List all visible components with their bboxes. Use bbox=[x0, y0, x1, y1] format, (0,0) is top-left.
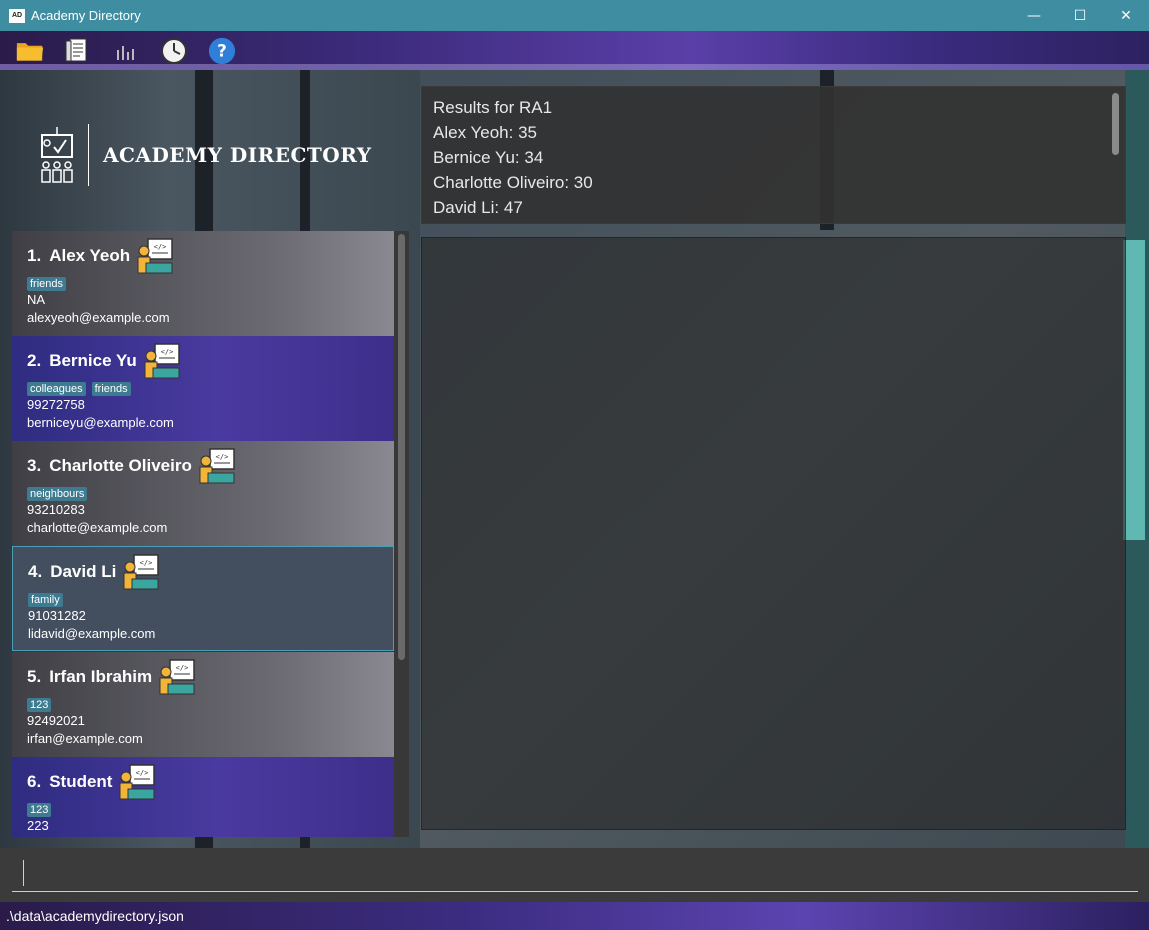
result-line: David Li: 47 bbox=[433, 198, 523, 217]
app-logo: ACADEMY DIRECTORY bbox=[40, 124, 372, 186]
result-line: Results for RA1 bbox=[433, 98, 553, 117]
person-phone: 91031282 bbox=[28, 608, 86, 623]
person-tag: friends bbox=[91, 382, 131, 396]
app-name: ACADEMY DIRECTORY bbox=[103, 143, 372, 167]
background-window bbox=[1123, 240, 1145, 540]
person-card[interactable]: 3. Charlotte Oliveiro </> neighbours 932… bbox=[12, 441, 394, 546]
person-list-scrollbar[interactable] bbox=[398, 234, 405, 660]
folder-icon[interactable] bbox=[16, 37, 44, 65]
result-line: Charlotte Oliveiro: 30 bbox=[433, 173, 593, 192]
person-index: 4. bbox=[28, 562, 43, 581]
person-index: 2. bbox=[27, 351, 42, 370]
title-bar: AD Academy Directory — ☐ ✕ bbox=[0, 0, 1149, 31]
student-coding-icon: </> bbox=[159, 659, 195, 695]
person-tag: neighbours bbox=[27, 487, 88, 501]
result-display[interactable]: Results for RA1 Alex Yeoh: 35 Bernice Yu… bbox=[421, 86, 1126, 224]
person-index: 1. bbox=[27, 246, 42, 265]
save-file-path: .\data\academydirectory.json bbox=[6, 908, 184, 924]
svg-text:</>: </> bbox=[176, 664, 189, 672]
person-name: David Li bbox=[50, 562, 117, 581]
student-coding-icon: </> bbox=[119, 764, 156, 800]
bar-chart-icon[interactable] bbox=[112, 37, 140, 65]
person-email: irfan@example.com bbox=[27, 731, 143, 746]
close-button[interactable]: ✕ bbox=[1103, 0, 1149, 31]
student-coding-icon: </> bbox=[199, 448, 235, 484]
person-email: charlotte@example.com bbox=[27, 520, 168, 535]
person-card[interactable]: 5. Irfan Ibrahim </> 123 92492021 irfan@… bbox=[12, 652, 394, 757]
person-phone: NA bbox=[27, 292, 46, 307]
toolbar: ? bbox=[0, 31, 1149, 70]
command-input[interactable] bbox=[12, 856, 1138, 892]
text-caret bbox=[23, 860, 24, 886]
person-tag: 123 bbox=[27, 698, 52, 712]
logo-divider bbox=[88, 124, 89, 186]
person-phone: 223 bbox=[27, 818, 49, 833]
person-card-selected[interactable]: 4. David Li </> family 91031282 lidavid@… bbox=[12, 546, 394, 651]
student-coding-icon: </> bbox=[137, 238, 173, 274]
svg-text:?: ? bbox=[217, 40, 227, 60]
person-card[interactable]: 6. Student </> 123 223 bbox=[12, 757, 394, 837]
svg-text:</>: </> bbox=[140, 559, 153, 567]
clock-icon[interactable] bbox=[160, 37, 188, 65]
document-icon[interactable] bbox=[64, 37, 92, 65]
person-email: alexyeoh@example.com bbox=[27, 310, 170, 325]
person-index: 3. bbox=[27, 456, 42, 475]
person-tag: friends bbox=[27, 277, 67, 291]
classroom-icon bbox=[41, 127, 73, 183]
person-card[interactable]: 1. Alex Yeoh </> friends NA alexyeoh@exa… bbox=[12, 231, 394, 336]
student-coding-icon: </> bbox=[123, 554, 160, 590]
person-tag: family bbox=[28, 593, 63, 607]
student-coding-icon: </> bbox=[144, 343, 180, 379]
person-email: lidavid@example.com bbox=[28, 626, 156, 641]
app-icon: AD bbox=[9, 8, 25, 23]
person-name: Irfan Ibrahim bbox=[49, 667, 153, 686]
window-title: Academy Directory bbox=[31, 8, 141, 23]
detail-panel bbox=[421, 237, 1126, 830]
person-tag: 123 bbox=[27, 803, 52, 817]
help-icon[interactable]: ? bbox=[208, 37, 236, 65]
result-line: Alex Yeoh: 35 bbox=[433, 123, 537, 142]
svg-text:</>: </> bbox=[216, 453, 229, 461]
person-name: Alex Yeoh bbox=[49, 246, 131, 265]
person-phone: 93210283 bbox=[27, 502, 85, 517]
person-index: 6. bbox=[27, 772, 42, 791]
result-line: Bernice Yu: 34 bbox=[433, 148, 544, 167]
person-name: Bernice Yu bbox=[49, 351, 137, 370]
status-bar: .\data\academydirectory.json bbox=[0, 902, 1149, 930]
person-list[interactable]: 1. Alex Yeoh </> friends NA alexyeoh@exa… bbox=[12, 231, 409, 837]
svg-text:</>: </> bbox=[160, 348, 173, 356]
person-card[interactable]: 2. Bernice Yu </> colleagues friends 992… bbox=[12, 336, 394, 441]
maximize-button[interactable]: ☐ bbox=[1057, 0, 1103, 31]
result-scrollbar[interactable] bbox=[1112, 93, 1119, 155]
svg-text:</>: </> bbox=[154, 243, 167, 251]
person-name: Charlotte Oliveiro bbox=[49, 456, 192, 475]
person-phone: 99272758 bbox=[27, 397, 85, 412]
person-name: Student bbox=[49, 772, 113, 791]
window-controls: — ☐ ✕ bbox=[1011, 0, 1149, 31]
person-phone: 92492021 bbox=[27, 713, 85, 728]
svg-text:</>: </> bbox=[136, 769, 149, 777]
person-email: berniceyu@example.com bbox=[27, 415, 174, 430]
minimize-button[interactable]: — bbox=[1011, 0, 1057, 31]
person-index: 5. bbox=[27, 667, 42, 686]
person-tag: colleagues bbox=[27, 382, 86, 396]
